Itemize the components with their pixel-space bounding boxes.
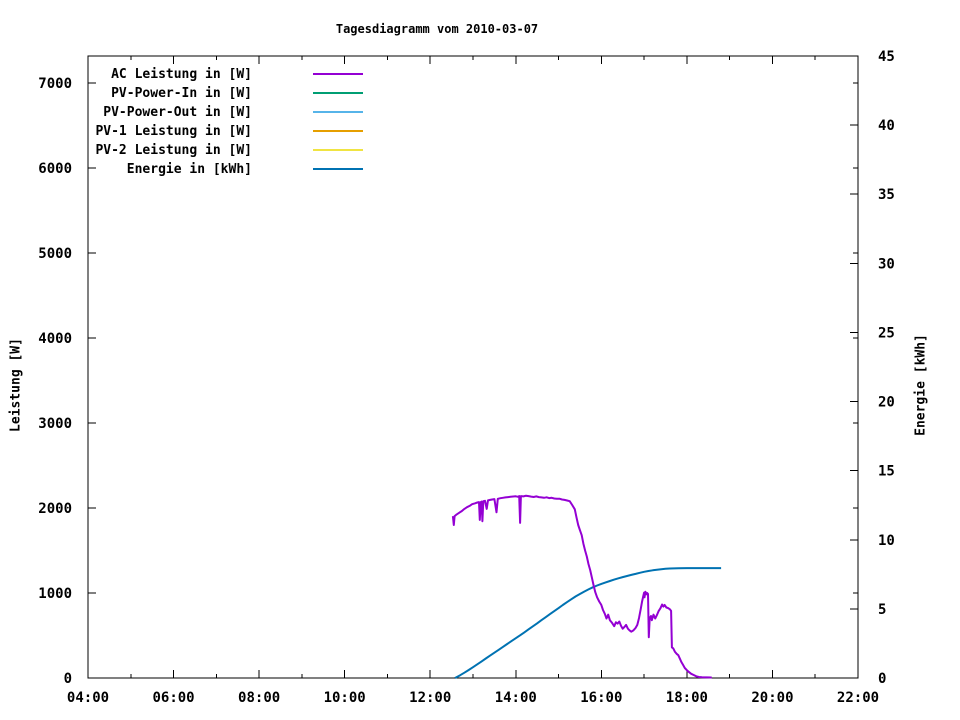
- y-right-tick-label: 5: [878, 602, 886, 618]
- plot-area: 04:00 06:00 08:00 10:00 12:00 14:00 16:00 18:00…: [38, 49, 895, 706]
- y-right-tick-label: 30: [878, 256, 895, 272]
- y-left-tick-label: 7000: [38, 76, 72, 92]
- y-right-tick-label: 0: [878, 671, 886, 687]
- y-left-tick-label: 2000: [38, 501, 72, 517]
- y-left-tick-label: 1000: [38, 586, 72, 602]
- y-right-tick-label: 20: [878, 395, 895, 411]
- y-right-tick-label: 25: [878, 325, 895, 341]
- legend-label: Energie in [kWh]: [127, 162, 252, 177]
- y-right-tick-label: 45: [878, 49, 895, 65]
- legend-label: PV-Power-Out in [W]: [103, 105, 252, 120]
- y-right-tick-label: 10: [878, 533, 895, 549]
- tagesdiagramm-chart-page: Tagesdiagramm vom 2010-03-07 Leistung [W…: [0, 0, 960, 720]
- x-tick-label: 18:00: [666, 690, 708, 706]
- y-left-tick-label: 6000: [38, 161, 72, 177]
- legend-label: PV-2 Leistung in [W]: [95, 143, 252, 158]
- x-tick-label: 10:00: [324, 690, 366, 706]
- x-tick-label: 06:00: [152, 690, 194, 706]
- x-tick-label: 08:00: [238, 690, 280, 706]
- series-line-ac-leistung-in-w: [451, 494, 712, 679]
- x-tick-label: 14:00: [495, 690, 537, 706]
- y-right-tick-label: 40: [878, 118, 895, 134]
- x-tick-label: 16:00: [580, 690, 622, 706]
- x-tick-label: 04:00: [67, 690, 109, 706]
- y-left-tick-label: 5000: [38, 246, 72, 262]
- y-left-tick-label: 0: [64, 671, 72, 687]
- y-right-tick-label: 15: [878, 464, 895, 480]
- legend-label: PV-Power-In in [W]: [111, 86, 252, 101]
- y-left-tick-label: 3000: [38, 416, 72, 432]
- y-left-tick-label: 4000: [38, 331, 72, 347]
- x-tick-label: 12:00: [409, 690, 451, 706]
- legend-label: PV-1 Leistung in [W]: [95, 124, 252, 139]
- x-tick-label: 22:00: [837, 690, 879, 706]
- legend-label: AC Leistung in [W]: [111, 67, 252, 82]
- y-right-tick-label: 35: [878, 187, 895, 203]
- x-tick-label: 20:00: [751, 690, 793, 706]
